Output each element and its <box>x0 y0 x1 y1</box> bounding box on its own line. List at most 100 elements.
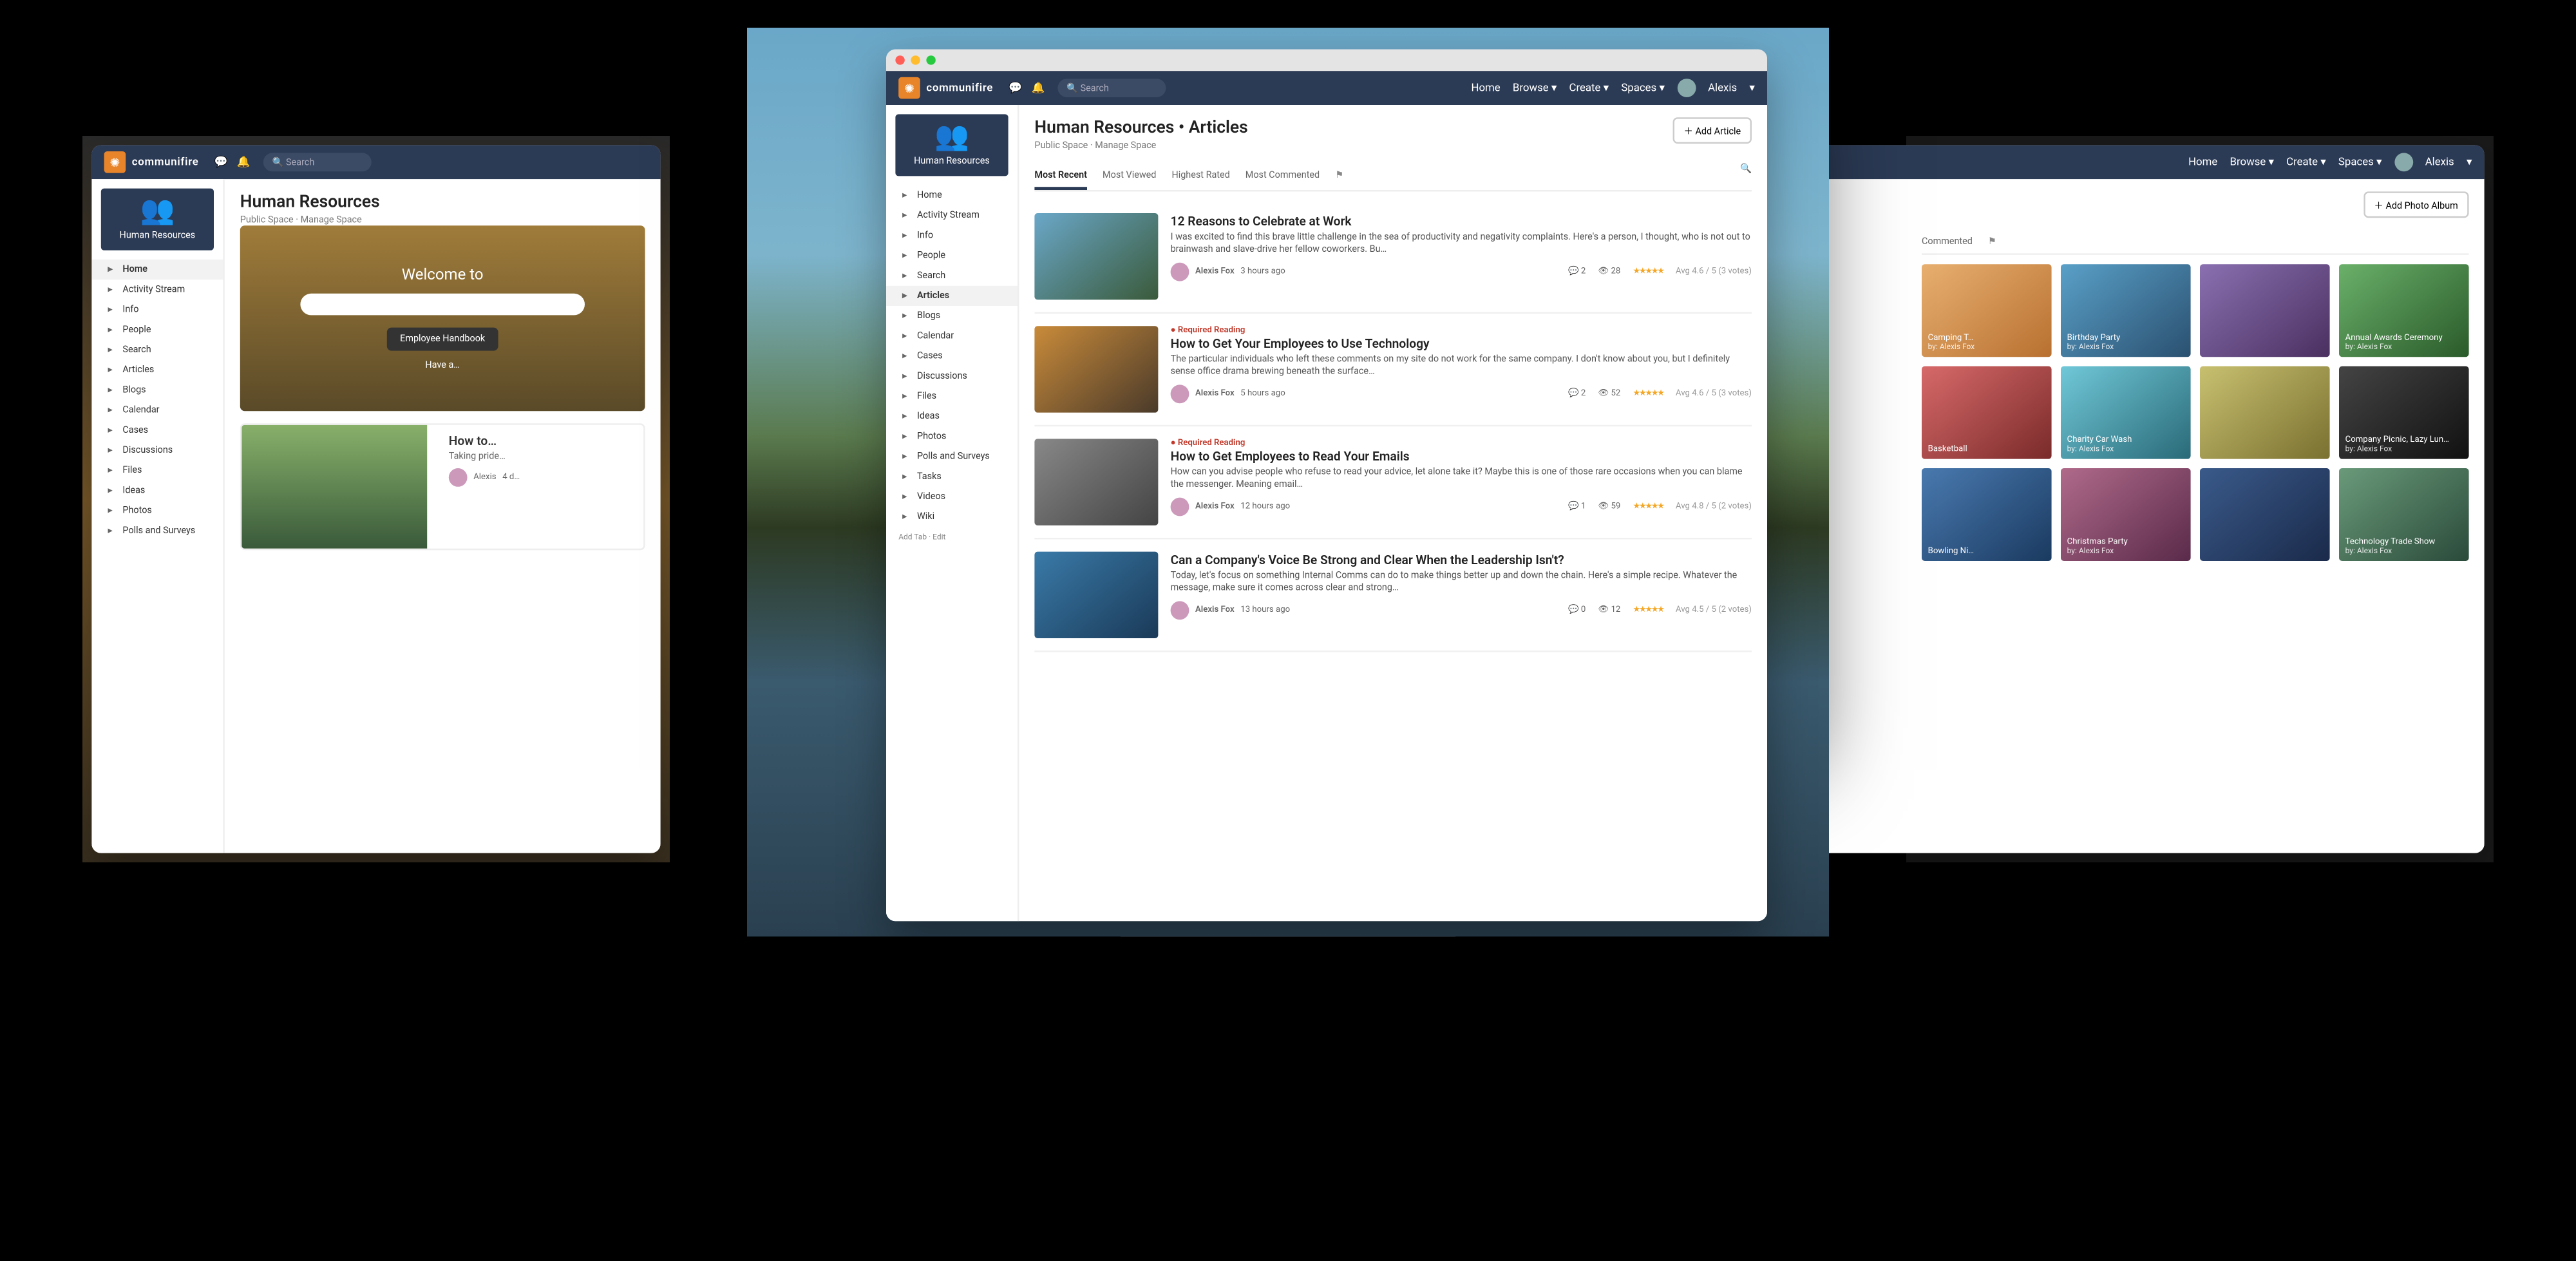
nav-username[interactable]: Alexis <box>1708 82 1737 94</box>
sidebar-item-search[interactable]: ▸Search <box>91 340 223 360</box>
sidebar-item-videos[interactable]: ▸Videos <box>886 487 1018 507</box>
star-rating[interactable]: ★★★★★ <box>1633 502 1663 511</box>
tab-search-icon[interactable]: 🔍 <box>1740 164 1752 190</box>
featured-article-card[interactable]: How to… Taking pride… Alexis 4 d… <box>240 423 645 550</box>
sidebar-item-home[interactable]: ▸Home <box>886 185 1018 205</box>
brand[interactable]: ✺ communifire <box>104 151 199 173</box>
space-card[interactable]: 👥 Human Resources <box>101 189 214 251</box>
chat-icon[interactable]: 💬 <box>1009 82 1022 94</box>
minimize-icon[interactable] <box>911 55 920 64</box>
bell-icon[interactable]: 🔔 <box>237 156 251 168</box>
nav-username[interactable]: Alexis <box>2425 156 2454 168</box>
nav-search-input[interactable]: 🔍 Search <box>263 153 371 171</box>
sidebar-item-activity-stream[interactable]: ▸Activity Stream <box>886 205 1018 225</box>
article-author[interactable]: Alexis Fox <box>1195 502 1235 511</box>
sidebar-item-ideas[interactable]: ▸Ideas <box>886 406 1018 426</box>
nav-browse[interactable]: Browse ▾ <box>1513 82 1557 94</box>
star-rating[interactable]: ★★★★★ <box>1633 267 1663 276</box>
comment-count[interactable]: 💬 0 <box>1568 606 1586 615</box>
nav-browse[interactable]: Browse ▾ <box>2230 156 2274 168</box>
album-tile[interactable]: Bowling Ni… <box>1922 468 2052 561</box>
sidebar-item-articles[interactable]: ▸Articles <box>91 360 223 380</box>
nav-home[interactable]: Home <box>2188 156 2217 168</box>
sidebar-item-photos[interactable]: ▸Photos <box>886 426 1018 446</box>
sidebar-item-blogs[interactable]: ▸Blogs <box>886 306 1018 326</box>
sidebar-item-tasks[interactable]: ▸Tasks <box>886 467 1018 487</box>
album-tile[interactable] <box>2200 468 2330 561</box>
star-rating[interactable]: ★★★★★ <box>1633 390 1663 399</box>
tab-most-commented[interactable]: Most Commented <box>1245 164 1320 190</box>
add-photo-album-button[interactable]: ＋ Add Photo Album <box>2363 191 2469 218</box>
article-row[interactable]: Can a Company's Voice Be Strong and Clea… <box>1034 539 1752 652</box>
article-title[interactable]: How to Get Employees to Read Your Emails <box>1171 450 1752 464</box>
nav-spaces[interactable]: Spaces ▾ <box>2338 156 2382 168</box>
maximize-icon[interactable] <box>926 55 935 64</box>
add-article-button[interactable]: ＋ Add Article <box>1673 117 1752 144</box>
article-row[interactable]: ● Required ReadingHow to Get Employees t… <box>1034 426 1752 539</box>
article-row[interactable]: ● Required ReadingHow to Get Your Employ… <box>1034 314 1752 426</box>
sidebar-item-discussions[interactable]: ▸Discussions <box>91 441 223 460</box>
sidebar-item-polls-and-surveys[interactable]: ▸Polls and Surveys <box>886 446 1018 466</box>
nav-spaces[interactable]: Spaces ▾ <box>1621 82 1665 94</box>
article-row[interactable]: 12 Reasons to Celebrate at WorkI was exc… <box>1034 201 1752 314</box>
sidebar-item-info[interactable]: ▸Info <box>91 299 223 319</box>
sidebar-item-files[interactable]: ▸Files <box>886 386 1018 406</box>
album-tile[interactable]: Christmas Partyby: Alexis Fox <box>2061 468 2191 561</box>
album-tile[interactable]: Annual Awards Ceremonyby: Alexis Fox <box>2339 264 2469 357</box>
sidebar-item-photos[interactable]: ▸Photos <box>91 500 223 520</box>
sidebar-item-home[interactable]: ▸Home <box>91 260 223 280</box>
nav-create[interactable]: Create ▾ <box>2286 156 2326 168</box>
sidebar-item-blogs[interactable]: ▸Blogs <box>91 380 223 400</box>
album-tile[interactable]: Technology Trade Showby: Alexis Fox <box>2339 468 2469 561</box>
comment-count[interactable]: 💬 2 <box>1568 390 1586 399</box>
album-tile[interactable] <box>2200 264 2330 357</box>
sidebar-item-calendar[interactable]: ▸Calendar <box>91 400 223 420</box>
rss-icon[interactable]: ⚑ <box>1335 164 1343 190</box>
sidebar-item-wiki[interactable]: ▸Wiki <box>886 507 1018 527</box>
tab-most-viewed[interactable]: Most Viewed <box>1103 164 1156 190</box>
sidebar-item-calendar[interactable]: ▸Calendar <box>886 326 1018 346</box>
article-title[interactable]: 12 Reasons to Celebrate at Work <box>1171 214 1752 229</box>
manage-space-link[interactable]: Manage Space <box>1095 140 1156 151</box>
chat-icon[interactable]: 💬 <box>214 156 228 168</box>
sidebar-item-people[interactable]: ▸People <box>91 320 223 340</box>
avatar-icon[interactable] <box>2394 153 2413 171</box>
album-tile[interactable]: Birthday Partyby: Alexis Fox <box>2061 264 2191 357</box>
sidebar-item-polls-and-surveys[interactable]: ▸Polls and Surveys <box>91 521 223 541</box>
tab-commented[interactable]: Commented <box>1922 230 1973 253</box>
sidebar-item-ideas[interactable]: ▸Ideas <box>91 480 223 500</box>
star-rating[interactable]: ★★★★★ <box>1633 606 1663 615</box>
article-title[interactable]: Can a Company's Voice Be Strong and Clea… <box>1171 553 1752 567</box>
sidebar-footer[interactable]: Add Tab · Edit <box>886 527 1018 549</box>
comment-count[interactable]: 💬 1 <box>1568 502 1586 511</box>
hero-search-input[interactable] <box>301 293 584 315</box>
album-tile[interactable]: Charity Car Washby: Alexis Fox <box>2061 366 2191 459</box>
bell-icon[interactable]: 🔔 <box>1032 82 1045 94</box>
rss-icon[interactable]: ⚑ <box>1988 230 1996 253</box>
article-author[interactable]: Alexis Fox <box>1195 267 1235 276</box>
article-title[interactable]: How to Get Your Employees to Use Technol… <box>1171 337 1752 351</box>
employee-handbook-button[interactable]: Employee Handbook <box>388 327 497 350</box>
sidebar-item-discussions[interactable]: ▸Discussions <box>886 366 1018 386</box>
close-icon[interactable] <box>895 55 904 64</box>
article-author[interactable]: Alexis Fox <box>1195 606 1235 615</box>
article-author[interactable]: Alexis Fox <box>1195 390 1235 399</box>
sidebar-item-cases[interactable]: ▸Cases <box>886 346 1018 366</box>
sidebar-item-search[interactable]: ▸Search <box>886 266 1018 286</box>
avatar-icon[interactable] <box>1677 79 1696 97</box>
tab-highest-rated[interactable]: Highest Rated <box>1171 164 1229 190</box>
sidebar-item-activity-stream[interactable]: ▸Activity Stream <box>91 280 223 299</box>
sidebar-item-people[interactable]: ▸People <box>886 245 1018 265</box>
space-card[interactable]: 👥 Human Resources <box>895 114 1008 176</box>
comment-count[interactable]: 💬 2 <box>1568 267 1586 276</box>
nav-home[interactable]: Home <box>1471 82 1500 94</box>
nav-create[interactable]: Create ▾ <box>1569 82 1609 94</box>
brand[interactable]: ✺ communifire <box>898 77 993 99</box>
album-tile[interactable]: Camping T…by: Alexis Fox <box>1922 264 2052 357</box>
album-tile[interactable]: Basketball <box>1922 366 2052 459</box>
nav-search-input[interactable]: 🔍 Search <box>1057 79 1166 97</box>
tab-most-recent[interactable]: Most Recent <box>1034 164 1087 190</box>
sidebar-item-info[interactable]: ▸Info <box>886 225 1018 245</box>
sidebar-item-files[interactable]: ▸Files <box>91 460 223 480</box>
album-tile[interactable] <box>2200 366 2330 459</box>
